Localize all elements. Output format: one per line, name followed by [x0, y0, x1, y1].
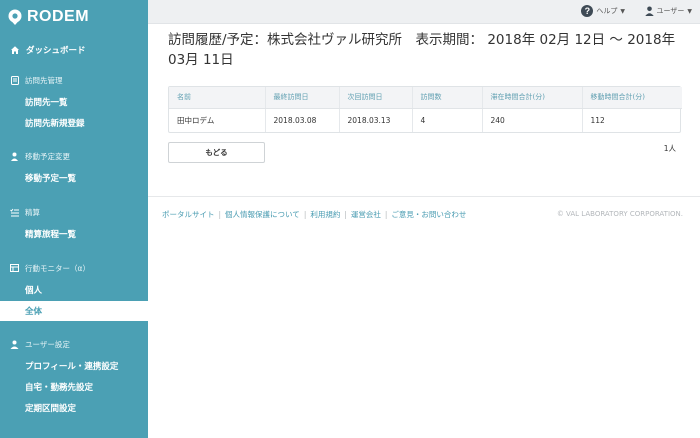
person-move-icon	[10, 152, 19, 161]
checklist-icon	[10, 208, 19, 217]
sidebar-section-visit-management: 訪問先管理	[0, 70, 148, 90]
user-label: ユーザー	[657, 6, 685, 16]
footer-link-portal[interactable]: ポータルサイト	[162, 209, 215, 220]
visit-history-table: 名前 最終訪問日 次回訪問日 訪問数 滞在時間合計(分) 移動時間合計(分) 田…	[168, 86, 681, 133]
sidebar-item-label: 自宅・勤務先設定	[25, 381, 93, 393]
logo-pin-icon	[7, 9, 23, 25]
footer-link-contact[interactable]: ご意見・お問い合わせ	[391, 209, 466, 220]
cell-next-visit: 2018.03.13	[339, 108, 412, 132]
sidebar-item-move-list[interactable]: 移動予定一覧	[0, 168, 148, 188]
column-header-travel-time[interactable]: 移動時間合計(分)	[582, 87, 682, 108]
sidebar-item-label: 移動予定一覧	[25, 172, 76, 184]
user-menu[interactable]: ユーザー ▼	[645, 6, 693, 16]
column-header-last-visit[interactable]: 最終訪問日	[265, 87, 339, 108]
result-count: 1人	[664, 143, 676, 154]
footer-links: ポータルサイト | 個人情報保護について | 利用規約 | 運営会社 | ご意見…	[162, 209, 466, 220]
separator: |	[385, 210, 388, 219]
sidebar-item-label: ダッシュボード	[26, 44, 86, 56]
sidebar-item-label: 全体	[25, 305, 42, 317]
column-header-stay-time[interactable]: 滞在時間合計(分)	[482, 87, 582, 108]
help-menu[interactable]: ? ヘルプ ▼	[581, 5, 625, 17]
sidebar-item-home-work[interactable]: 自宅・勤務先設定	[0, 377, 148, 397]
separator: |	[344, 210, 347, 219]
sidebar-item-label: 精算旅程一覧	[25, 228, 76, 240]
sidebar-item-label: プロフィール・連携設定	[25, 360, 118, 372]
logo[interactable]: RODEM	[0, 0, 148, 34]
user-icon	[645, 6, 654, 16]
sidebar-item-individual[interactable]: 個人	[0, 280, 148, 300]
separator: |	[219, 210, 222, 219]
cell-name: 田中ロデム	[169, 108, 265, 132]
sidebar-item-visit-list[interactable]: 訪問先一覧	[0, 92, 148, 112]
table-row: 田中ロデム 2018.03.08 2018.03.13 4 240 112	[169, 108, 682, 132]
sidebar-section-label: 精算	[25, 207, 40, 218]
cell-visit-count: 4	[412, 108, 482, 132]
cell-stay-time: 240	[482, 108, 582, 132]
sidebar-item-label: 個人	[25, 284, 42, 296]
sidebar-section-label: 訪問先管理	[25, 75, 63, 86]
page-title: 訪問履歴/予定：株式会社ヴァル研究所 表示期間： 2018年 02月 12日 〜…	[168, 30, 688, 70]
user-icon	[10, 340, 19, 349]
sidebar-item-all[interactable]: 全体	[0, 301, 148, 321]
sidebar-item-profile[interactable]: プロフィール・連携設定	[0, 356, 148, 376]
column-header-next-visit[interactable]: 次回訪問日	[339, 87, 412, 108]
sidebar-section-user-settings: ユーザー設定	[0, 334, 148, 354]
monitor-icon	[10, 264, 19, 273]
sidebar-item-settlement-list[interactable]: 精算旅程一覧	[0, 224, 148, 244]
footer-divider	[148, 196, 700, 197]
logo-text: RODEM	[27, 8, 89, 26]
separator: |	[304, 210, 307, 219]
topbar: ? ヘルプ ▼ ユーザー ▼	[148, 0, 700, 24]
column-header-visit-count[interactable]: 訪問数	[412, 87, 482, 108]
chevron-down-icon: ▼	[687, 8, 692, 15]
sidebar-section-settlement: 精算	[0, 202, 148, 222]
sidebar-item-label: 定期区間設定	[25, 402, 76, 414]
sidebar-section-label: ユーザー設定	[25, 339, 70, 350]
table-header-row: 名前 最終訪問日 次回訪問日 訪問数 滞在時間合計(分) 移動時間合計(分)	[169, 87, 682, 108]
sidebar-item-label: 訪問先一覧	[25, 96, 68, 108]
sidebar-item-visit-new[interactable]: 訪問先新規登録	[0, 113, 148, 133]
column-header-name[interactable]: 名前	[169, 87, 265, 108]
copyright: © VAL LABORATORY CORPORATION.	[557, 210, 683, 218]
sidebar-section-activity-monitor: 行動モニター（α）	[0, 258, 148, 278]
cell-last-visit: 2018.03.08	[265, 108, 339, 132]
home-icon	[10, 45, 20, 55]
sidebar-item-dashboard[interactable]: ダッシュボード	[0, 40, 148, 60]
footer-link-privacy[interactable]: 個人情報保護について	[225, 209, 300, 220]
sidebar-section-label: 行動モニター（α）	[25, 263, 90, 274]
back-button[interactable]: もどる	[168, 142, 265, 163]
help-label: ヘルプ	[596, 6, 617, 16]
sidebar-item-commuter-pass[interactable]: 定期区間設定	[0, 398, 148, 418]
sidebar: RODEM ダッシュボード 訪問先管理 訪問先一覧 訪問先新規登録 移動予定変更…	[0, 0, 148, 438]
document-icon	[10, 76, 19, 85]
footer-link-terms[interactable]: 利用規約	[310, 209, 340, 220]
cell-travel-time: 112	[582, 108, 682, 132]
sidebar-section-move-schedule: 移動予定変更	[0, 146, 148, 166]
sidebar-section-label: 移動予定変更	[25, 151, 70, 162]
chevron-down-icon: ▼	[620, 8, 625, 15]
footer-link-company[interactable]: 運営会社	[351, 209, 381, 220]
help-icon: ?	[581, 5, 593, 17]
sidebar-item-label: 訪問先新規登録	[25, 117, 85, 129]
